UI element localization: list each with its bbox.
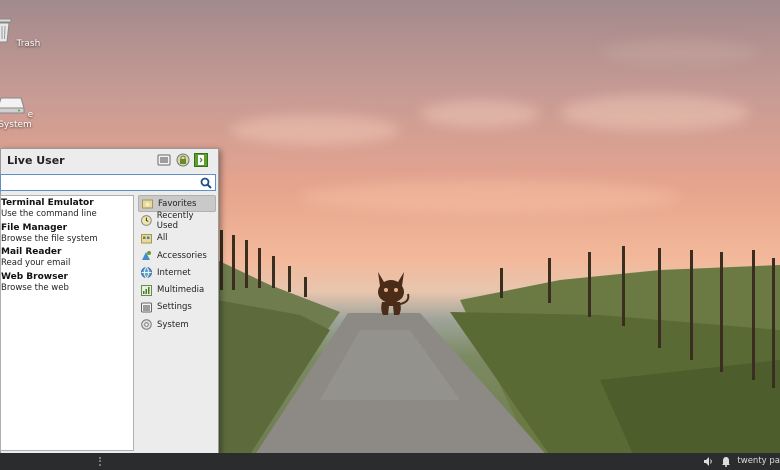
- clock-icon: [141, 215, 152, 227]
- category-recently-used[interactable]: Recently Used: [138, 210, 216, 231]
- category-label: Recently Used: [156, 210, 194, 231]
- category-settings[interactable]: Settings: [138, 299, 216, 316]
- application-list: Terminal Emulator Use the command line F…: [0, 195, 134, 451]
- vine-post: [220, 230, 223, 290]
- category-favorites[interactable]: Favorites: [138, 195, 216, 213]
- logout-icon[interactable]: [194, 153, 208, 167]
- drive-icon: [0, 97, 25, 114]
- category-multimedia[interactable]: Multimedia: [138, 281, 216, 298]
- bottom-panel: twenty pa: [0, 453, 780, 470]
- settings-icon: [141, 302, 152, 313]
- vine-post: [720, 252, 723, 372]
- folder-star-icon: [142, 199, 153, 209]
- user-name: Live User: [7, 154, 65, 167]
- globe-icon: [141, 267, 152, 279]
- category-label: System: [157, 319, 189, 330]
- vine-post: [690, 250, 693, 360]
- category-internet[interactable]: Internet: [138, 264, 216, 281]
- vine-post: [288, 266, 291, 292]
- desktop-icon-label: Trash: [16, 39, 41, 49]
- app-description: Read your email: [1, 258, 71, 268]
- vine-post: [588, 252, 591, 317]
- desktop-icon-file-system[interactable]: e System: [0, 96, 50, 130]
- search-icon[interactable]: [200, 177, 212, 189]
- category-label: Accessories: [157, 250, 207, 261]
- vine-post: [622, 246, 625, 326]
- settings-icon[interactable]: [157, 153, 171, 167]
- app-name: Terminal Emulator: [1, 198, 94, 208]
- category-label: Multimedia: [157, 285, 205, 296]
- devil-mascot-icon: [378, 272, 410, 315]
- app-name: Web Browser: [1, 271, 68, 282]
- category-all[interactable]: All: [138, 230, 216, 247]
- desktop-icon-trash[interactable]: Trash: [0, 15, 50, 49]
- category-label: Favorites: [158, 198, 197, 209]
- category-label: Internet: [157, 267, 191, 278]
- app-item-web-browser[interactable]: Web Browser Browse the web: [1, 270, 133, 295]
- vine-post: [232, 235, 235, 290]
- app-name: File Manager: [1, 222, 68, 233]
- category-list: Favorites Recently Used All Accessories …: [138, 195, 216, 333]
- desktop-wallpaper: Trash e System Live User Terminal Emulat…: [0, 0, 780, 470]
- application-menu: Live User Terminal Emulator Use the comm…: [0, 148, 219, 455]
- vine-post: [245, 240, 248, 288]
- lock-icon[interactable]: [176, 153, 190, 167]
- multimedia-icon: [141, 284, 152, 296]
- app-description: Use the command line: [1, 209, 97, 219]
- app-item-mail-reader[interactable]: Mail Reader Read your email: [1, 245, 133, 270]
- search-input[interactable]: [1, 180, 195, 196]
- accessories-icon: [142, 251, 151, 261]
- category-label: Settings: [157, 302, 192, 313]
- app-description: Browse the file system: [1, 233, 98, 244]
- vine-post: [658, 248, 661, 348]
- category-label: All: [157, 233, 168, 244]
- app-description: Browse the web: [1, 282, 69, 293]
- trash-icon: [0, 18, 12, 43]
- system-icon: [141, 319, 152, 331]
- panel-clock[interactable]: twenty pa: [737, 456, 780, 466]
- menu-header: Live User: [1, 149, 218, 173]
- app-item-file-manager[interactable]: File Manager Browse the file system: [1, 221, 133, 246]
- vine-post: [752, 250, 755, 380]
- notification-bell-icon[interactable]: [721, 456, 731, 467]
- vine-post: [772, 258, 775, 388]
- app-name: Mail Reader: [1, 247, 62, 257]
- vine-post: [272, 256, 275, 288]
- vine-post: [500, 268, 503, 298]
- vine-post: [258, 248, 261, 288]
- volume-icon[interactable]: [703, 456, 714, 467]
- grid-icon: [141, 233, 152, 244]
- category-accessories[interactable]: Accessories: [138, 247, 216, 264]
- vine-post: [304, 277, 307, 297]
- panel-separator-handle[interactable]: [99, 457, 107, 466]
- app-item-terminal-emulator[interactable]: Terminal Emulator Use the command line: [1, 196, 133, 221]
- category-system[interactable]: System: [138, 316, 216, 333]
- search-field[interactable]: [0, 174, 216, 196]
- vine-post: [548, 258, 551, 303]
